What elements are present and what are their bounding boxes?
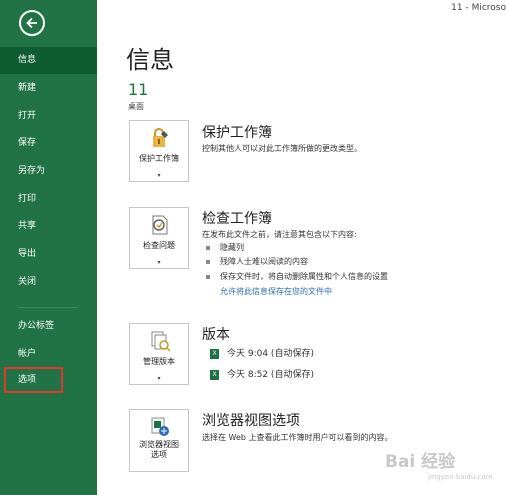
nav-share[interactable]: 共享 [0,213,97,240]
browser-view-icon [151,417,169,436]
inspect-workbook-title: 检查工作簿 [202,211,272,227]
version-item[interactable]: X 今天 9:04 (自动保存) [210,346,314,359]
inspect-workbook-desc: 在发布此文件之前，请注意其包含以下内容: [202,230,357,239]
bullet-item: 隐藏列 [206,242,244,253]
nav-new[interactable]: 新建 [0,75,97,102]
nav-divider [18,307,78,308]
caret-icon: ▾ [157,172,161,179]
bullet-item: 保存文件时，将自动删除属性和个人信息的设置 [206,271,388,282]
versions-title: 版本 [202,327,230,343]
nav-account[interactable]: 帐户 [0,341,97,368]
protect-workbook-desc: 控制其他人可以对此工作簿所做的更改类型。 [202,144,362,153]
version-item[interactable]: X 今天 8:52 (自动保存) [210,367,314,380]
inspect-icon [152,215,168,235]
protect-workbook-title: 保护工作簿 [202,125,272,141]
allow-save-info-link[interactable]: 允许将此信息保存在您的文件中 [220,286,332,297]
versions-icon [151,331,170,352]
bullet-item: 残障人士难以阅读的内容 [206,256,308,267]
window-title: 11 - Microso [451,3,506,13]
back-arrow-icon [26,17,37,29]
file-location: 桌面 [128,102,144,111]
nav-office-tab[interactable]: 办公标签 [0,313,97,340]
protect-workbook-button[interactable]: 保护工作簿 ▾ [129,120,189,182]
nav-print[interactable]: 打印 [0,186,97,213]
nav-save[interactable]: 保存 [0,130,97,157]
nav-export[interactable]: 导出 [0,241,97,268]
check-issues-button[interactable]: 检查问题 ▾ [129,207,189,269]
excel-file-icon: X [210,369,219,380]
nav-save-as[interactable]: 另存为 [0,158,97,185]
excel-file-icon: X [210,348,219,359]
watermark-url: jingyan.baidu.com [428,473,493,481]
tile-label: 管理版本 [143,357,175,366]
caret-icon: ▾ [157,259,161,266]
browser-view-desc: 选择在 Web 上查看此工作簿时用户可以看到的内容。 [202,433,393,442]
browser-view-options-button[interactable]: 浏览器视图 选项 [129,409,189,472]
nav-info[interactable]: 信息 [0,47,97,74]
baidu-watermark: Bai 经验 [385,452,456,472]
manage-versions-button[interactable]: 管理版本 ▾ [129,323,189,385]
options-highlight-box [4,367,63,393]
tile-label: 保护工作簿 [139,154,179,163]
nav-close[interactable]: 关闭 [0,269,97,296]
tile-label: 浏览器视图 选项 [139,440,179,459]
file-name: 11 [128,80,149,99]
browser-view-title: 浏览器视图选项 [202,413,300,429]
caret-icon: ▾ [157,375,161,382]
nav-open[interactable]: 打开 [0,103,97,130]
back-button[interactable] [19,10,45,36]
backstage-sidebar: 信息 新建 打开 保存 另存为 打印 共享 导出 关闭 办公标签 帐户 选项 [0,0,97,495]
page-title: 信息 [126,46,174,74]
tile-label: 检查问题 [143,241,175,250]
lock-icon [153,128,168,147]
